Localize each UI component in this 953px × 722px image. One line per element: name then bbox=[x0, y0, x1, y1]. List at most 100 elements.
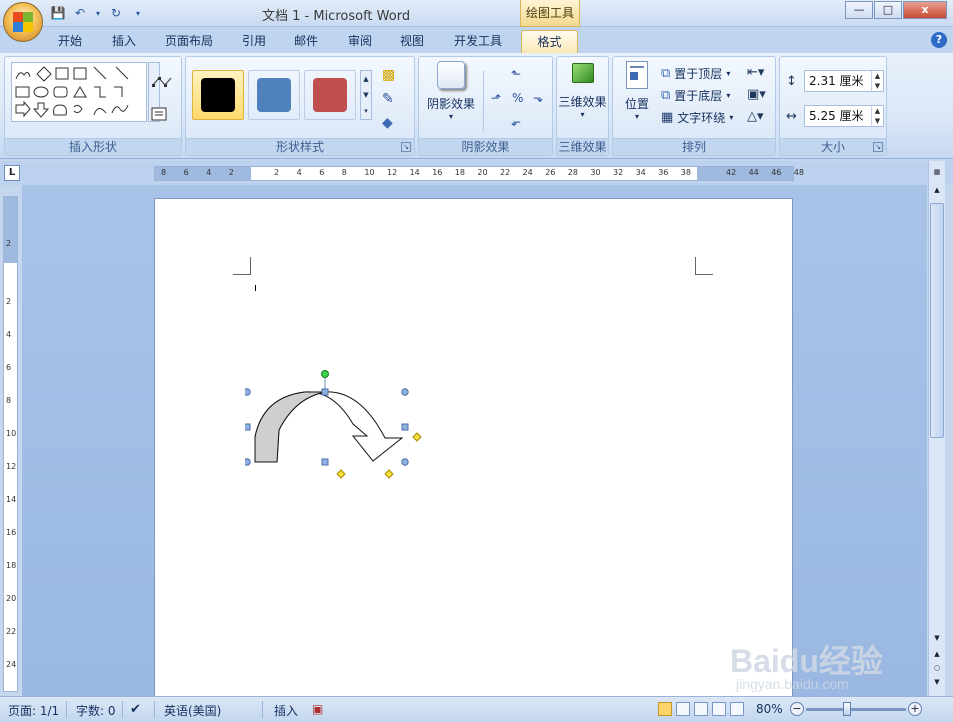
customize-qat-icon[interactable]: ▾ bbox=[130, 5, 146, 21]
word-count[interactable]: 字数: 0 bbox=[76, 702, 116, 719]
3d-effects-button[interactable]: 三维效果 ▾ bbox=[557, 63, 608, 119]
resize-handle[interactable] bbox=[401, 388, 409, 396]
height-spin-arrows[interactable]: ▲ ▼ bbox=[871, 71, 883, 91]
nudge-up-icon[interactable]: ⬑ bbox=[511, 67, 521, 81]
divider bbox=[262, 701, 263, 718]
help-icon[interactable]: ? bbox=[931, 32, 947, 48]
vertical-ruler[interactable]: 2 2 4 6 8 10 12 14 16 18 20 22 24 bbox=[3, 196, 18, 692]
resize-handle[interactable] bbox=[321, 388, 329, 396]
zoom-slider[interactable] bbox=[806, 708, 906, 711]
adjust-handle[interactable] bbox=[412, 432, 422, 442]
tab-insert[interactable]: 插入 bbox=[102, 30, 146, 53]
vertical-scrollbar[interactable]: ▦ ▲ ▼ ▲ ○ ▼ bbox=[928, 161, 945, 696]
shape-style-black[interactable] bbox=[192, 70, 244, 120]
scroll-down-icon[interactable]: ▼ bbox=[930, 631, 944, 645]
language-indicator[interactable]: 英语(美国) bbox=[164, 702, 221, 719]
nudge-left-icon[interactable]: ⬏ bbox=[491, 91, 501, 105]
group-label-shadow-effects: 阴影效果 bbox=[419, 138, 552, 155]
status-bar: 页面: 1/1 字数: 0 ✔ 英语(美国) 插入 ▣ 80% − + bbox=[0, 696, 953, 722]
shape-styles-launcher-icon[interactable]: ↘ bbox=[401, 142, 411, 152]
bring-to-front-button[interactable]: ⧉ 置于顶层 ▾ bbox=[661, 65, 730, 82]
macro-record-icon[interactable]: ▣ bbox=[312, 702, 323, 716]
outline-view-icon[interactable] bbox=[712, 702, 726, 716]
align-icon[interactable]: ⇤▾ bbox=[747, 65, 764, 80]
close-button[interactable]: x bbox=[903, 1, 947, 19]
change-shape-icon[interactable]: ◆ bbox=[382, 115, 393, 131]
size-launcher-icon[interactable]: ↘ bbox=[873, 142, 883, 152]
adjust-handle[interactable] bbox=[336, 469, 346, 479]
shadow-toggle-icon[interactable]: % bbox=[512, 91, 523, 105]
width-spin-arrows[interactable]: ▲ ▼ bbox=[871, 106, 883, 126]
adjust-handle[interactable] bbox=[384, 469, 394, 479]
3d-cube-icon bbox=[571, 63, 594, 83]
curved-arrow-shape[interactable] bbox=[245, 364, 445, 489]
web-layout-view-icon[interactable] bbox=[694, 702, 708, 716]
document-page[interactable] bbox=[154, 198, 793, 696]
tab-format[interactable]: 格式 bbox=[521, 30, 578, 53]
shadow-effects-button[interactable]: 阴影效果 ▾ bbox=[423, 61, 479, 121]
zoom-slider-thumb[interactable] bbox=[843, 702, 851, 716]
next-page-icon[interactable]: ▼ bbox=[930, 675, 944, 689]
resize-handle[interactable] bbox=[245, 423, 251, 431]
horizontal-ruler[interactable]: 8 6 4 2 2 4 6 8 10 12 14 16 18 20 22 24 26 28 30 32 34 36 38 42… bbox=[154, 166, 804, 181]
tab-mailings[interactable]: 邮件 bbox=[284, 30, 328, 53]
save-icon[interactable]: 💾 bbox=[50, 5, 66, 21]
shapes-gallery[interactable] bbox=[11, 62, 147, 122]
page-count[interactable]: 页面: 1/1 bbox=[8, 702, 59, 719]
tab-review[interactable]: 审阅 bbox=[338, 30, 382, 53]
maximize-button[interactable]: □ bbox=[874, 1, 902, 19]
redo-icon[interactable]: ↻ bbox=[108, 5, 124, 21]
tab-view[interactable]: 视图 bbox=[390, 30, 434, 53]
shape-style-blue[interactable] bbox=[248, 70, 300, 120]
tab-references[interactable]: 引用 bbox=[232, 30, 276, 53]
rotate-icon[interactable]: △▾ bbox=[747, 109, 764, 124]
resize-handle[interactable] bbox=[401, 423, 409, 431]
resize-handle[interactable] bbox=[245, 388, 251, 396]
minimize-button[interactable]: — bbox=[845, 1, 873, 19]
nudge-down-icon[interactable]: ⬐ bbox=[511, 115, 521, 129]
ribbon: 插入形状 ▲ ▼ ▾ ▩ ✎ ◆ 形状样式 ↘ 阴影效果 ▾ ⬑ ⬏ % ⬎ ⬐ 阴… bbox=[0, 53, 953, 159]
proofing-icon[interactable]: ✔ bbox=[130, 702, 141, 717]
full-screen-reading-view-icon[interactable] bbox=[676, 702, 690, 716]
previous-page-icon[interactable]: ▲ bbox=[930, 647, 944, 661]
shape-style-red[interactable] bbox=[304, 70, 356, 120]
zoom-out-icon[interactable]: − bbox=[790, 702, 804, 716]
undo-icon[interactable]: ↶ bbox=[72, 5, 88, 21]
scroll-up-icon[interactable]: ▲ bbox=[930, 183, 944, 197]
send-to-back-button[interactable]: ⧉ 置于底层 ▾ bbox=[661, 87, 730, 104]
shape-width-input[interactable]: 5.25 厘米 ▲ ▼ bbox=[804, 105, 884, 127]
resize-handle[interactable] bbox=[245, 458, 251, 466]
tab-selector-button[interactable]: L bbox=[4, 165, 20, 181]
draft-view-icon[interactable] bbox=[730, 702, 744, 716]
styles-gallery-scroll[interactable]: ▲ ▼ ▾ bbox=[360, 70, 372, 120]
office-button[interactable] bbox=[3, 2, 43, 42]
ruler-number: 6 bbox=[319, 168, 325, 177]
group-shadow-effects: 阴影效果 ▾ ⬑ ⬏ % ⬎ ⬐ 阴影效果 bbox=[418, 56, 553, 156]
resize-handle[interactable] bbox=[321, 458, 329, 466]
tab-page-layout[interactable]: 页面布局 bbox=[158, 30, 220, 53]
group-objects-icon[interactable]: ▣▾ bbox=[747, 87, 766, 102]
zoom-level[interactable]: 80% bbox=[756, 702, 783, 716]
browse-object-icon[interactable]: ○ bbox=[930, 661, 944, 675]
shape-fill-icon[interactable]: ▩ bbox=[382, 67, 395, 83]
text-box-icon[interactable] bbox=[151, 107, 167, 121]
rotation-handle-icon[interactable] bbox=[321, 370, 329, 378]
undo-dropdown-icon[interactable]: ▾ bbox=[94, 5, 102, 21]
tab-developer[interactable]: 开发工具 bbox=[446, 30, 510, 53]
text-wrapping-button[interactable]: ▦ 文字环绕 ▾ bbox=[661, 109, 733, 126]
edit-points-icon[interactable] bbox=[151, 75, 175, 89]
insert-mode[interactable]: 插入 bbox=[274, 702, 298, 719]
shape-height-input[interactable]: 2.31 厘米 ▲ ▼ bbox=[804, 70, 884, 92]
nudge-right-icon[interactable]: ⬎ bbox=[533, 91, 543, 105]
print-layout-view-icon[interactable] bbox=[658, 702, 672, 716]
scroll-thumb[interactable] bbox=[930, 203, 944, 438]
shape-outline-icon[interactable]: ✎ bbox=[382, 91, 394, 107]
resize-handle[interactable] bbox=[401, 458, 409, 466]
position-button[interactable]: 位置 ▾ bbox=[617, 61, 657, 121]
tab-home[interactable]: 开始 bbox=[48, 30, 92, 53]
zoom-in-icon[interactable]: + bbox=[908, 702, 922, 716]
ruler-number: 46 bbox=[771, 168, 782, 177]
group-label-3d: 三维效果 bbox=[557, 138, 608, 155]
position-label: 位置 bbox=[624, 97, 649, 111]
ruler-toggle-icon[interactable]: ▦ bbox=[930, 165, 944, 179]
